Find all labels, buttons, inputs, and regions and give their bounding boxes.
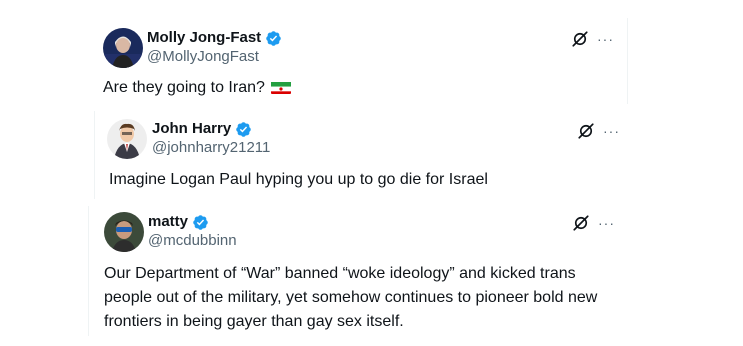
tweet-text: Are they going to Iran? [103, 76, 291, 100]
grok-icon[interactable] [572, 214, 590, 232]
author-name[interactable]: matty [148, 213, 188, 231]
avatar[interactable] [104, 212, 144, 252]
more-icon[interactable]: ··· [603, 124, 620, 138]
tweet-text-line: frontiers in being gayer than gay sex it… [104, 313, 404, 330]
tweet-text-line: Our Department of “War” banned “woke ide… [104, 265, 576, 282]
author-handle[interactable]: @mcdubbinn [148, 232, 237, 250]
tweet-text-content: Are they going to Iran? [103, 79, 265, 96]
tweet-text-line: people out of the military, yet somehow … [104, 289, 598, 306]
more-icon[interactable]: ··· [598, 216, 615, 230]
tweet-card[interactable]: John Harry @johnharry21211 ··· Imagine L… [94, 111, 634, 199]
author-name[interactable]: Molly Jong-Fast [147, 29, 261, 47]
verified-badge-icon [266, 30, 281, 46]
grok-icon[interactable] [577, 122, 595, 140]
author-handle[interactable]: @johnharry21211 [152, 139, 270, 157]
tweet-text: Our Department of “War” banned “woke ide… [104, 262, 624, 334]
tweet-card[interactable]: Molly Jong-Fast @MollyJongFast ··· Are t… [88, 18, 628, 104]
verified-badge-icon [193, 214, 208, 230]
avatar[interactable] [103, 28, 143, 68]
tweet-card[interactable]: matty @mcdubbinn ··· Our Department of “… [88, 206, 628, 336]
author-name[interactable]: John Harry [152, 120, 231, 138]
iran-flag-icon [270, 80, 291, 94]
more-icon[interactable]: ··· [597, 32, 614, 46]
author-handle[interactable]: @MollyJongFast [147, 48, 259, 66]
verified-badge-icon [236, 121, 251, 137]
tweet-text: Imagine Logan Paul hyping you up to go d… [109, 171, 488, 188]
grok-icon[interactable] [571, 30, 589, 48]
avatar[interactable] [107, 119, 147, 159]
